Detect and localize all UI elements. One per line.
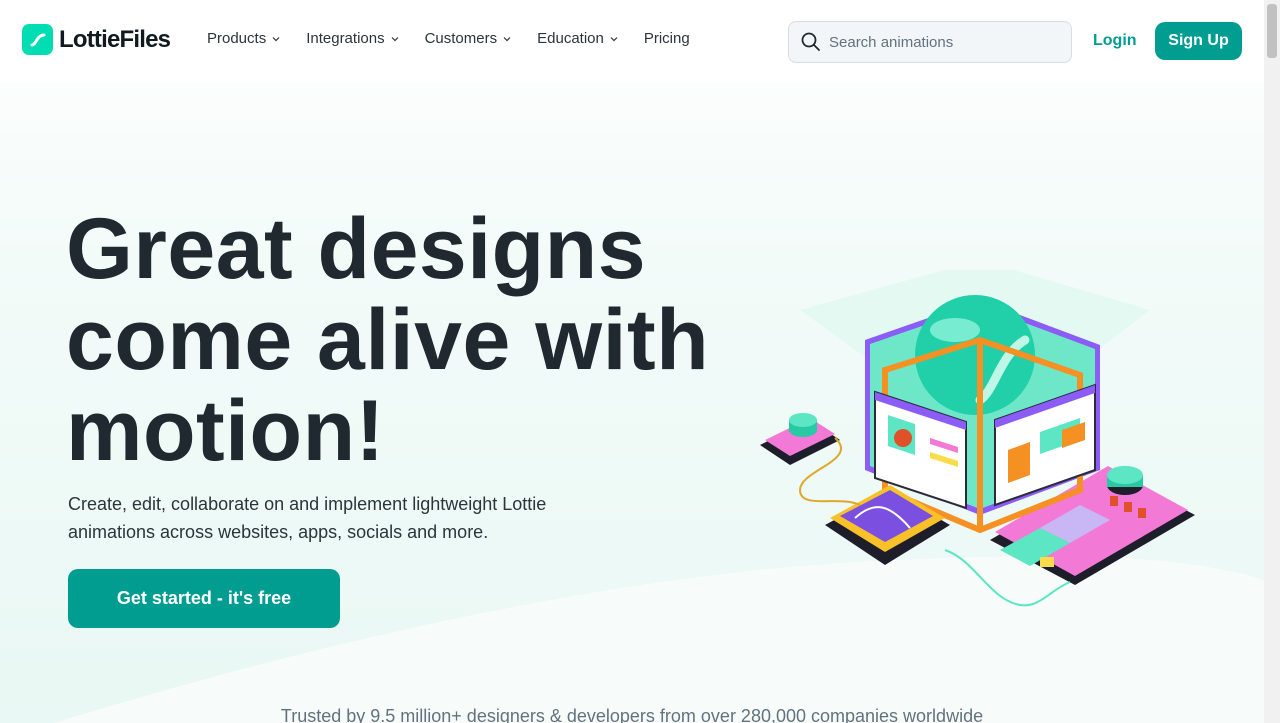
main-nav: Products Integrations Customers Educatio… — [207, 30, 716, 47]
hero-title-line-2: come alive with — [66, 292, 710, 388]
scrollbar-thumb[interactable] — [1267, 4, 1277, 58]
signup-button[interactable]: Sign Up — [1155, 22, 1242, 60]
nav-pricing[interactable]: Pricing — [644, 30, 690, 47]
logo-text: LottieFiles — [59, 25, 171, 53]
chevron-down-icon — [272, 36, 280, 41]
search-bar[interactable] — [788, 21, 1072, 63]
nav-customers-label: Customers — [424, 30, 498, 47]
login-link[interactable]: Login — [1093, 32, 1137, 50]
get-started-button[interactable]: Get started - it's free — [68, 569, 340, 628]
isometric-animation-studio-icon — [760, 270, 1195, 607]
search-input[interactable] — [829, 33, 1059, 51]
hero-title-line-1: Great designs — [66, 201, 647, 297]
nav-education[interactable]: Education — [537, 30, 618, 47]
nav-products-label: Products — [207, 30, 267, 47]
nav-pricing-label: Pricing — [643, 30, 690, 47]
lottiefiles-logo[interactable]: LottieFiles — [22, 24, 171, 55]
nav-integrations-label: Integrations — [306, 30, 385, 47]
hero-title: Great designs come alive with motion! — [66, 204, 786, 477]
search-icon — [801, 32, 820, 51]
chevron-down-icon — [391, 36, 399, 41]
site-header: LottieFiles Products Integrations Custom… — [0, 0, 1264, 82]
chevron-down-icon — [503, 36, 511, 41]
hero-subtitle: Create, edit, collaborate on and impleme… — [68, 494, 547, 542]
chevron-down-icon — [610, 36, 618, 41]
trusted-by-text: Trusted by 9.5 million+ designers & deve… — [280, 706, 984, 723]
nav-products[interactable]: Products — [207, 30, 280, 47]
page-scrollbar[interactable] — [1264, 0, 1280, 723]
nav-integrations[interactable]: Integrations — [306, 30, 399, 47]
nav-education-label: Education — [537, 30, 604, 47]
nav-customers[interactable]: Customers — [425, 30, 512, 47]
lottie-logo-icon — [22, 24, 53, 55]
hero-title-line-3: motion! — [66, 383, 385, 479]
